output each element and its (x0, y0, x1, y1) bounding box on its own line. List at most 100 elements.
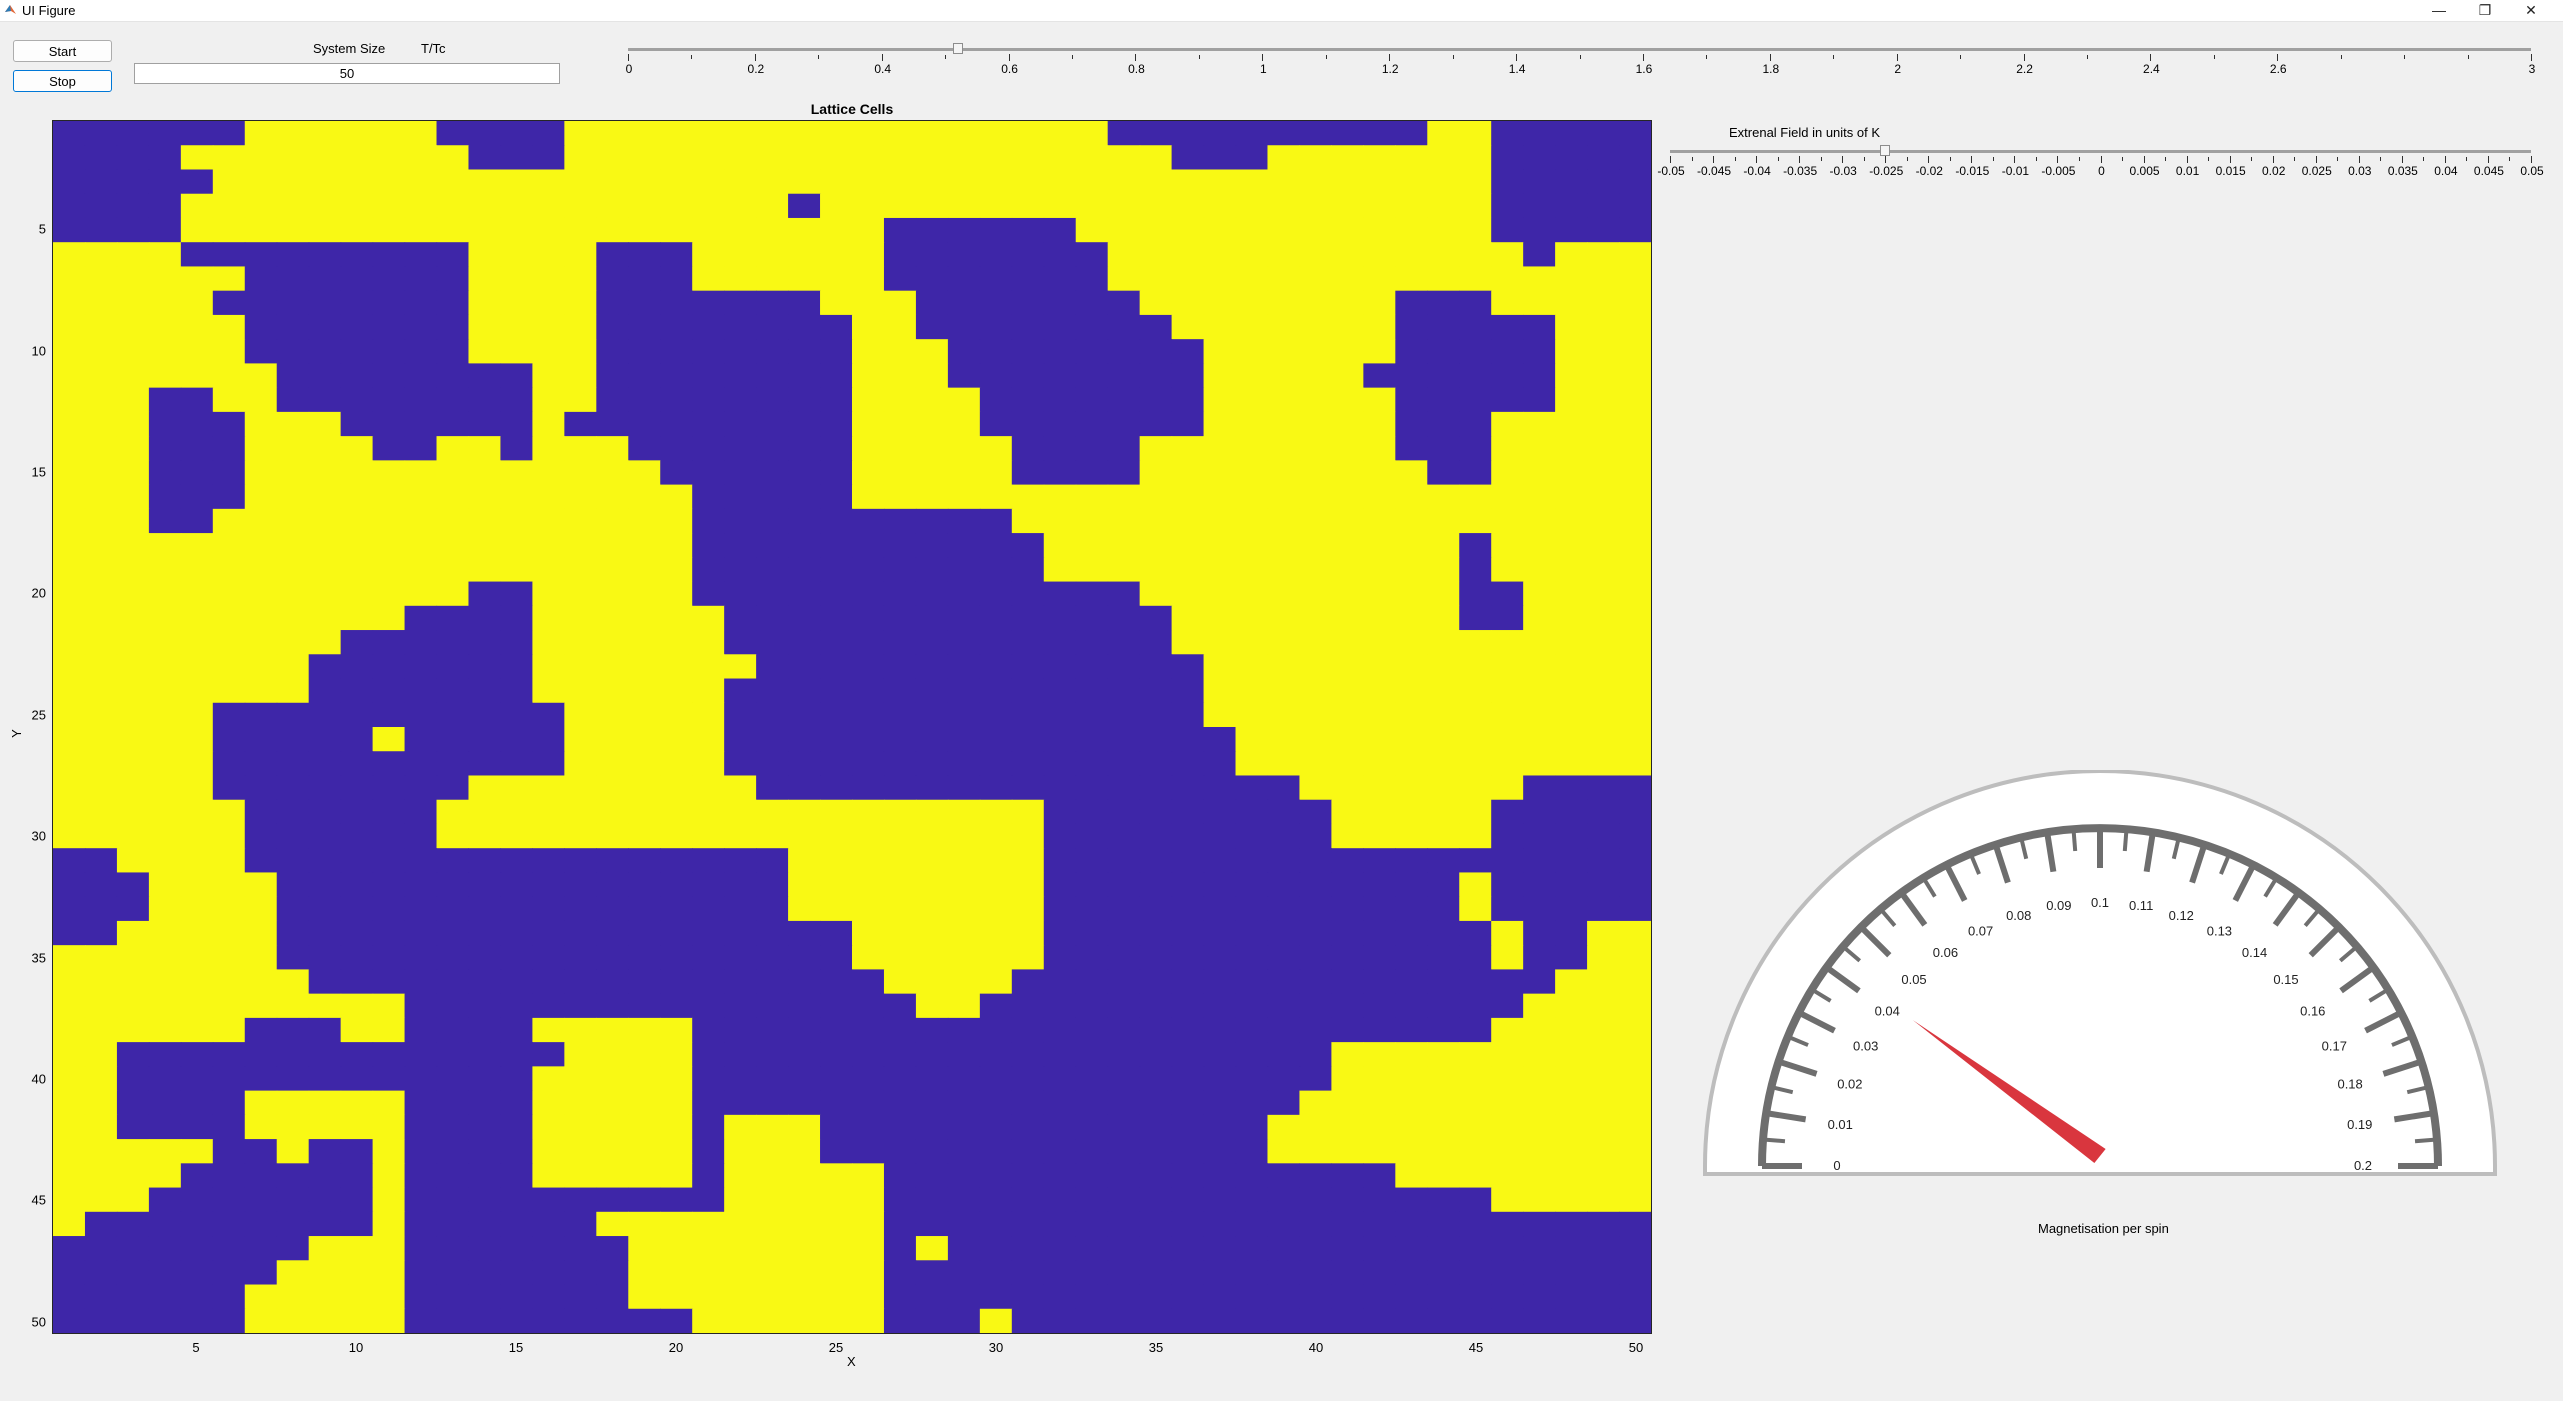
lattice-cell (1107, 1187, 1141, 1213)
lattice-cell (340, 339, 374, 364)
lattice-cell (1555, 484, 1588, 510)
lattice-cell (692, 1284, 725, 1310)
lattice-cell (1075, 266, 1109, 292)
lattice-cell (1107, 193, 1141, 219)
lattice-cell (372, 242, 406, 268)
lattice-cell (1363, 484, 1396, 510)
lattice-cell (468, 678, 502, 704)
slider-track[interactable] (628, 48, 2531, 51)
lattice-cell (1203, 823, 1237, 849)
lattice-cell (340, 1163, 374, 1189)
lattice-cell (756, 121, 789, 146)
lattice-cell (883, 1114, 917, 1140)
lattice-cell (116, 557, 150, 583)
slider-thumb[interactable] (952, 43, 963, 54)
lattice-cell (500, 896, 533, 922)
lattice-cell (340, 727, 374, 752)
lattice-cell (1619, 339, 1651, 364)
lattice-cell (1427, 533, 1460, 558)
lattice-cell (276, 1090, 310, 1116)
lattice-cell (1491, 605, 1524, 631)
gauge-tick-label: 0.16 (2300, 1003, 2325, 1018)
lattice-cell (1267, 630, 1301, 655)
lattice-cell (308, 775, 342, 801)
lattice-cell (1363, 605, 1396, 631)
lattice-cell (1011, 1163, 1045, 1189)
lattice-cell (596, 508, 629, 534)
restore-icon[interactable]: ❐ (2462, 0, 2508, 21)
y-tick-label: 10 (31, 343, 46, 359)
slider-thumb[interactable] (1880, 145, 1891, 156)
lattice-cell (1395, 581, 1428, 607)
lattice-cell (532, 630, 565, 655)
lattice-cell (1075, 581, 1109, 607)
lattice-cell (1203, 799, 1237, 825)
lattice-cell (660, 799, 693, 825)
system-size-field[interactable]: 50 (134, 63, 560, 84)
lattice-cell (244, 1139, 278, 1164)
lattice-cell (1363, 1308, 1396, 1333)
minimize-icon[interactable]: — (2416, 0, 2462, 21)
slider-major-tick (2315, 156, 2317, 163)
lattice-cell (1235, 363, 1269, 389)
lattice-cell (1267, 1236, 1301, 1261)
lattice-cell (1075, 1163, 1109, 1189)
lattice-cell (1075, 169, 1109, 195)
lattice-cell (692, 557, 725, 583)
lattice-cell (1523, 290, 1556, 316)
lattice-cell (692, 266, 725, 292)
lattice-cell (1043, 533, 1077, 558)
lattice-cell (212, 169, 246, 195)
lattice-cell (564, 872, 597, 898)
lattice-cell (53, 1187, 86, 1213)
lattice-cell (1363, 1042, 1396, 1067)
lattice-cell (564, 1090, 597, 1116)
lattice-cell (532, 242, 565, 268)
lattice-cell (979, 751, 1013, 777)
lattice-cell (53, 920, 86, 946)
lattice-cell (1235, 314, 1269, 340)
lattice-cell (756, 993, 789, 1019)
lattice-cell (1587, 678, 1620, 704)
lattice-cell (1171, 581, 1205, 607)
lattice-cell (1107, 630, 1141, 655)
lattice-cell (148, 678, 182, 704)
lattice-cell (340, 1066, 374, 1092)
lattice-cell (788, 896, 821, 922)
lattice-cell (1555, 387, 1588, 413)
lattice-cell (308, 1284, 342, 1310)
lattice-cell (53, 945, 86, 970)
lattice-cell (500, 678, 533, 704)
lattice-cell (116, 799, 150, 825)
lattice-cell (947, 969, 981, 995)
lattice-cell (404, 920, 438, 946)
lattice-cell (1299, 727, 1332, 752)
lattice-cell (1107, 702, 1141, 728)
lattice-cell (436, 751, 470, 777)
lattice-cell (564, 1187, 597, 1213)
lattice-cell (692, 945, 725, 970)
lattice-cell (148, 1114, 182, 1140)
stop-button[interactable]: Stop (13, 70, 112, 92)
close-icon[interactable]: ✕ (2508, 0, 2554, 21)
lattice-cell (1299, 969, 1332, 995)
lattice-cell (372, 436, 406, 461)
lattice-cell (692, 169, 725, 195)
lattice-cell (308, 1139, 342, 1164)
start-button[interactable]: Start (13, 40, 112, 62)
slider-track[interactable] (1670, 150, 2531, 153)
lattice-cell (915, 1308, 949, 1333)
lattice-cell (53, 1139, 86, 1164)
slider-tick-label: 0.04 (2434, 164, 2458, 178)
gauge-tick-label: 0.12 (2169, 908, 2194, 923)
lattice-cell (979, 1260, 1013, 1286)
lattice-cell (1107, 654, 1141, 680)
lattice-cell (1523, 969, 1556, 995)
lattice-cell (947, 581, 981, 607)
slider-major-tick (2023, 54, 2025, 61)
lattice-cell (212, 314, 246, 340)
lattice-cell (564, 508, 597, 534)
lattice-cell (1075, 1042, 1109, 1067)
slider-minor-tick (1906, 157, 1908, 161)
lattice-cell (1555, 775, 1588, 801)
